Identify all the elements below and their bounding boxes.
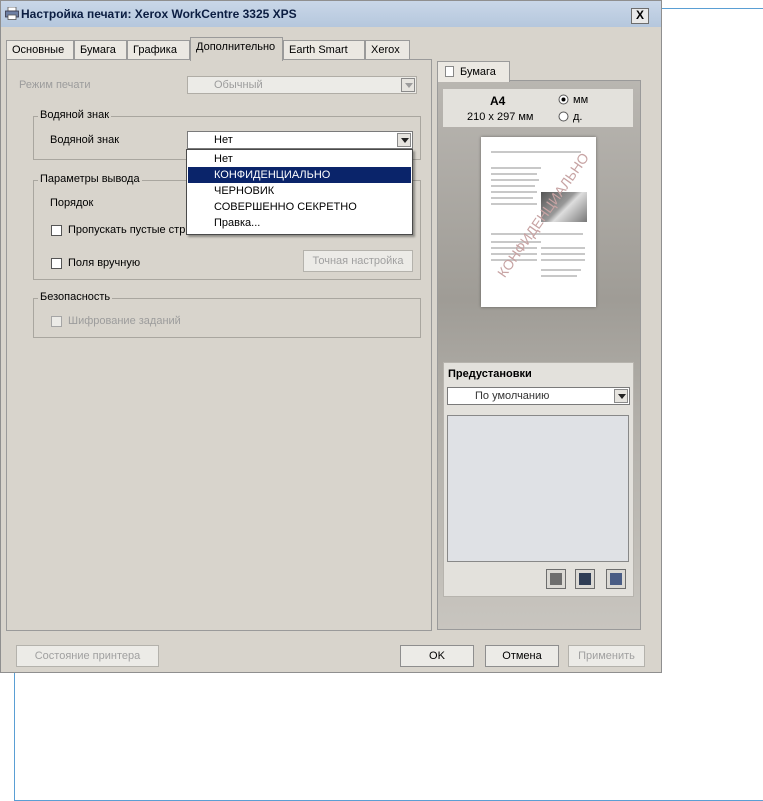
- presets-title: Предустановки: [448, 368, 532, 380]
- manual-margins-label: Поля вручную: [68, 257, 141, 269]
- paper-preview-tab[interactable]: Бумага: [437, 61, 510, 82]
- unit-inch-radio[interactable]: [558, 111, 569, 122]
- watermark-option-none[interactable]: Нет: [188, 151, 411, 167]
- tab-xerox[interactable]: Xerox: [365, 40, 410, 59]
- chevron-down-icon: [614, 389, 628, 403]
- cancel-button[interactable]: Отмена: [485, 645, 559, 667]
- printer-icon: [5, 7, 19, 20]
- encrypt-checkbox[interactable]: [51, 316, 62, 327]
- preset-save-icon: [579, 573, 591, 585]
- ok-button[interactable]: OK: [400, 645, 474, 667]
- tab-advanced[interactable]: Дополнительно: [190, 37, 283, 61]
- preset-new-icon: [550, 573, 562, 585]
- page-preview: КОНФИДЕНЦИАЛЬНО: [481, 137, 596, 307]
- title-bar: Настройка печати: Xerox WorkCentre 3325 …: [1, 1, 661, 27]
- watermark-option-confidential[interactable]: КОНФИДЕНЦИАЛЬНО: [188, 167, 411, 183]
- tab-earth-smart[interactable]: Earth Smart: [283, 40, 365, 59]
- watermark-select[interactable]: Нет: [187, 131, 413, 149]
- fine-tune-button[interactable]: Точная настройка: [303, 250, 413, 272]
- print-mode-select[interactable]: Обычный: [187, 76, 417, 94]
- presets-value: По умолчанию: [475, 390, 550, 402]
- paper-size-name: A4: [490, 94, 506, 108]
- unit-mm-label: мм: [573, 94, 589, 106]
- watermark-label: Водяной знак: [50, 134, 120, 146]
- encrypt-label: Шифрование заданий: [68, 315, 181, 327]
- paper-preview-tab-label: Бумага: [460, 66, 496, 78]
- close-button[interactable]: X: [631, 8, 649, 24]
- tab-basic[interactable]: Основные: [6, 40, 74, 59]
- presets-select[interactable]: По умолчанию: [447, 387, 630, 405]
- watermark-dropdown-list: Нет КОНФИДЕНЦИАЛЬНО ЧЕРНОВИК СОВЕРШЕННО …: [186, 149, 413, 235]
- watermark-value: Нет: [214, 134, 233, 146]
- chevron-down-icon: [397, 133, 411, 147]
- watermark-group-title: Водяной знак: [38, 109, 112, 121]
- watermark-option-top-secret[interactable]: СОВЕРШЕННО СЕКРЕТНО: [188, 199, 411, 215]
- unit-inch-label: д.: [573, 111, 583, 123]
- order-label: Порядок: [50, 197, 94, 209]
- close-icon: X: [635, 8, 644, 22]
- print-mode-label: Режим печати: [19, 79, 91, 91]
- skip-blank-label: Пропускать пустые стр: [68, 224, 186, 236]
- unit-mm-radio[interactable]: [558, 94, 569, 105]
- security-group-title: Безопасность: [38, 291, 113, 303]
- printer-status-button[interactable]: Состояние принтера: [16, 645, 159, 667]
- tab-paper[interactable]: Бумага: [74, 40, 127, 59]
- chevron-down-icon: [401, 78, 415, 92]
- skip-blank-checkbox[interactable]: [51, 225, 62, 236]
- preset-save-button[interactable]: [575, 569, 595, 589]
- preset-new-button[interactable]: [546, 569, 566, 589]
- paper-size-dims: 210 x 297 мм: [467, 111, 534, 123]
- watermark-option-draft[interactable]: ЧЕРНОВИК: [188, 183, 411, 199]
- presets-list[interactable]: [447, 415, 629, 562]
- tab-graphics[interactable]: Графика: [127, 40, 190, 59]
- watermark-option-edit[interactable]: Правка...: [188, 215, 411, 231]
- preset-edit-button[interactable]: [606, 569, 626, 589]
- paper-icon: [445, 66, 454, 77]
- apply-button[interactable]: Применить: [568, 645, 645, 667]
- manual-margins-checkbox[interactable]: [51, 258, 62, 269]
- print-mode-value: Обычный: [214, 79, 263, 91]
- output-group-title: Параметры вывода: [38, 173, 142, 185]
- window-title: Настройка печати: Xerox WorkCentre 3325 …: [21, 7, 297, 21]
- preset-edit-icon: [610, 573, 622, 585]
